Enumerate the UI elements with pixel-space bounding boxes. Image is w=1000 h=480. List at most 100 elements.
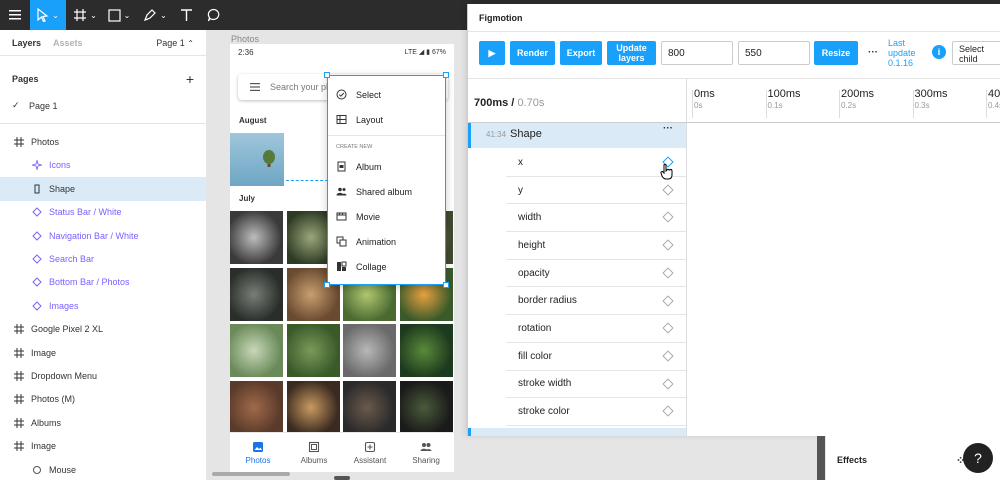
dropdown-item[interactable]: Animation xyxy=(328,229,445,254)
photo-thumbnail[interactable] xyxy=(230,211,283,264)
info-icon[interactable]: i xyxy=(932,45,946,59)
help-button[interactable]: ? xyxy=(963,443,993,473)
select-child-button[interactable]: Select child animate xyxy=(952,41,1000,65)
photo-thumbnail[interactable] xyxy=(286,324,340,377)
add-page-icon[interactable]: + xyxy=(186,71,194,87)
photo-thumbnail[interactable] xyxy=(230,324,283,377)
update-layers-button[interactable]: Update layers xyxy=(607,41,656,65)
dropdown-item[interactable]: Layout xyxy=(328,107,445,132)
layer-item[interactable]: Image xyxy=(0,434,206,457)
comment-tool-button[interactable] xyxy=(202,0,226,30)
property-row[interactable]: x xyxy=(506,149,686,177)
page-item-1[interactable]: ✓ Page 1 xyxy=(0,94,206,117)
layer-item[interactable]: Dropdown Menu xyxy=(0,364,206,387)
keyframe-diamond-icon[interactable] xyxy=(662,239,674,251)
photo-thumbnail[interactable] xyxy=(399,324,453,377)
dropdown-item[interactable]: Album xyxy=(328,154,445,179)
layer-item[interactable]: Mouse xyxy=(0,458,206,480)
bottom-nav-item[interactable]: Sharing xyxy=(398,441,454,465)
bottom-nav-item[interactable]: Photos xyxy=(230,441,286,465)
timeline-tick: 300ms 0.3s xyxy=(915,88,948,110)
tab-layers[interactable]: Layers xyxy=(12,38,41,48)
more-options-icon[interactable]: ··· xyxy=(868,47,878,58)
photo-thumbnail[interactable] xyxy=(286,380,340,434)
property-row[interactable]: y xyxy=(506,177,686,205)
frame-tool-button[interactable]: ⌄ xyxy=(70,0,100,30)
layer-item[interactable]: Albums xyxy=(0,411,206,434)
layer-menu-icon[interactable]: ··· xyxy=(663,123,673,134)
photo-thumbnail[interactable] xyxy=(343,324,396,377)
chevron-down-icon: ⌄ xyxy=(52,10,59,20)
property-row[interactable]: width xyxy=(506,204,686,233)
play-button[interactable]: ▶ xyxy=(479,41,505,65)
property-row[interactable]: height xyxy=(506,232,686,260)
tick-ms: 400 xyxy=(988,88,1000,100)
height-input[interactable]: 550 xyxy=(738,41,810,65)
text-icon xyxy=(180,9,192,21)
render-button[interactable]: Render xyxy=(510,41,555,65)
photo-thumbnail[interactable] xyxy=(343,380,396,434)
photo-balloon[interactable] xyxy=(230,133,284,186)
keyframe-diamond-icon[interactable] xyxy=(662,267,674,279)
selection-handle[interactable] xyxy=(324,282,330,288)
layer-item[interactable]: Images xyxy=(0,294,206,317)
frame-icon xyxy=(12,322,26,336)
layer-item[interactable]: Image xyxy=(0,341,206,364)
export-button[interactable]: Export xyxy=(560,41,602,65)
property-row[interactable]: opacity xyxy=(506,260,686,288)
photo-thumbnail[interactable] xyxy=(230,267,283,321)
layer-item[interactable]: Search Bar xyxy=(0,247,206,270)
keyframe-diamond-icon[interactable] xyxy=(662,322,674,334)
bottom-nav-item[interactable]: Albums xyxy=(286,441,342,465)
albums-tab-icon xyxy=(308,441,320,453)
menu-button[interactable] xyxy=(0,0,30,30)
move-tool-button[interactable]: ⌄ xyxy=(30,0,66,30)
timeline-tick: 4000.4s xyxy=(988,88,1000,110)
layer-item[interactable]: Shape xyxy=(0,177,206,201)
layer-item[interactable]: Photos xyxy=(0,130,206,153)
page-selector[interactable]: Page 1 ⌃ xyxy=(156,38,194,48)
selection-handle[interactable] xyxy=(324,72,330,78)
shape-tool-button[interactable]: ⌄ xyxy=(104,0,134,30)
selection-handle[interactable] xyxy=(443,282,449,288)
layer-item[interactable]: Icons xyxy=(0,154,206,177)
keyframe-diamond-icon[interactable] xyxy=(662,405,674,417)
keyframe-diamond-icon[interactable] xyxy=(662,211,674,224)
resize-button[interactable]: Resize xyxy=(814,41,858,65)
keyframe-diamond-icon[interactable] xyxy=(662,184,674,196)
keyframe-diamond-icon[interactable] xyxy=(662,377,674,390)
property-row[interactable]: rotation xyxy=(506,315,686,343)
layer-item[interactable]: Bottom Bar / Photos xyxy=(0,271,206,294)
pen-tool-button[interactable]: ⌄ xyxy=(140,0,170,30)
photo-thumbnail[interactable] xyxy=(399,380,453,434)
property-row[interactable]: border radius xyxy=(506,288,686,316)
photo-thumbnail[interactable] xyxy=(230,380,283,434)
layer-track-shape[interactable]: 41:34 Shape ··· xyxy=(468,123,686,148)
current-time: 700ms / xyxy=(474,97,515,109)
scrollbar-track[interactable] xyxy=(817,436,825,480)
tab-assets[interactable]: Assets xyxy=(53,38,83,48)
select-icon xyxy=(336,89,347,100)
dropdown-menu[interactable]: Select Layout CREATE NEW Album Shared albu… xyxy=(324,72,449,288)
horizontal-scrollbar[interactable] xyxy=(212,472,290,476)
width-input[interactable]: 800 xyxy=(661,41,733,65)
last-update-link[interactable]: Last update 0.1.16 xyxy=(888,38,928,68)
keyframe-diamond-icon[interactable] xyxy=(662,294,674,307)
layer-item[interactable]: Photos (M) xyxy=(0,388,206,411)
text-tool-button[interactable] xyxy=(174,0,198,30)
dropdown-item[interactable]: Select xyxy=(328,82,445,107)
dropdown-item[interactable]: Movie xyxy=(328,204,445,229)
property-row[interactable]: fill color xyxy=(506,343,686,371)
property-row[interactable]: stroke color xyxy=(506,398,686,426)
dropdown-item[interactable]: Collage xyxy=(328,254,445,279)
dropdown-item[interactable]: Shared album xyxy=(328,179,445,204)
layer-item[interactable]: Status Bar / White xyxy=(0,201,206,224)
frame-label[interactable]: Photos xyxy=(231,34,259,44)
keyframe-diamond-icon[interactable] xyxy=(662,350,674,362)
property-row[interactable]: stroke width xyxy=(506,371,686,399)
layer-item[interactable]: Google Pixel 2 XL xyxy=(0,318,206,341)
frame-resize-handle[interactable] xyxy=(334,476,350,480)
bottom-nav-item[interactable]: Assistant xyxy=(342,441,398,465)
layer-item[interactable]: Navigation Bar / White xyxy=(0,224,206,247)
selection-handle[interactable] xyxy=(443,72,449,78)
